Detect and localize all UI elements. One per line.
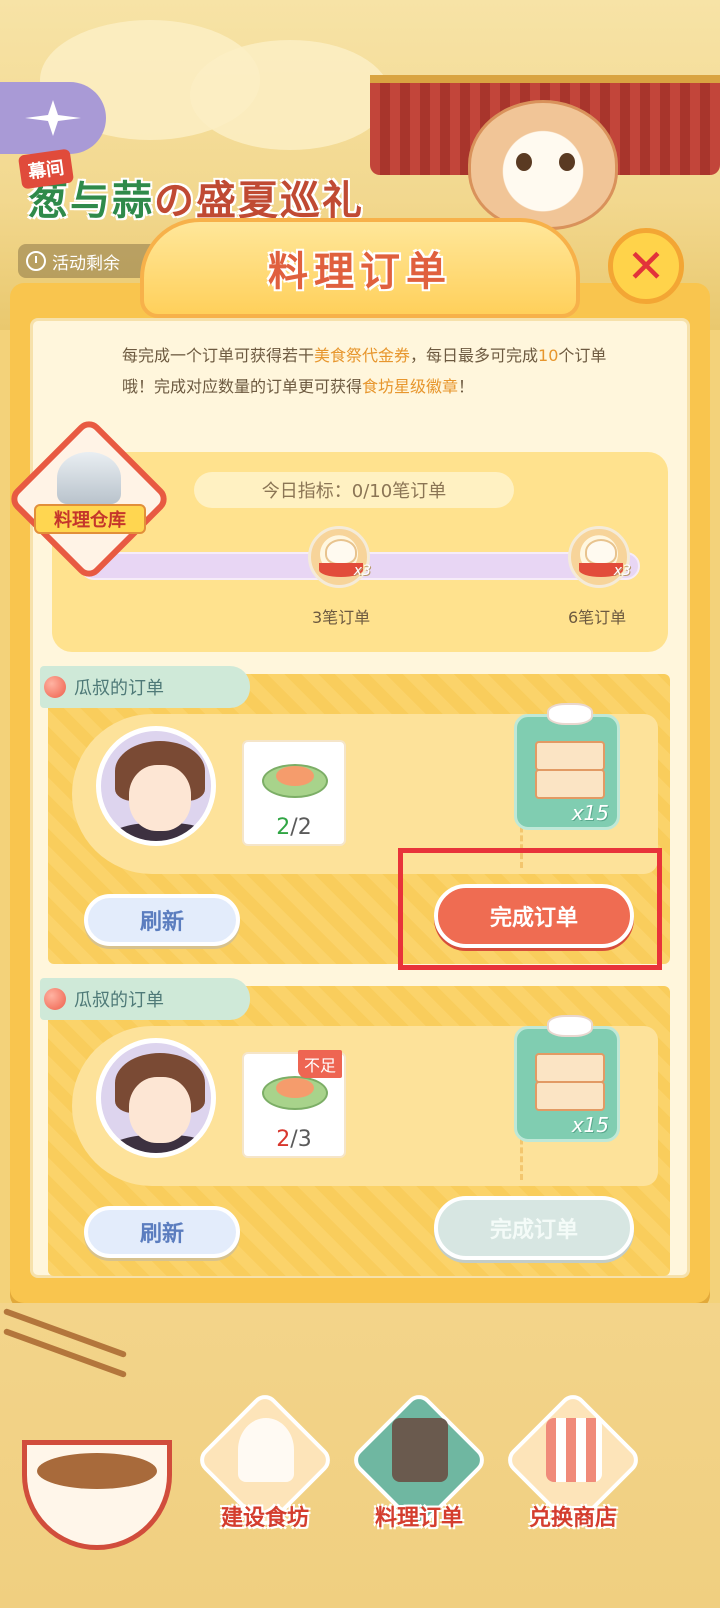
nav-exchange-shop[interactable]: 兑换商店	[498, 1389, 648, 1560]
clipboard-icon	[392, 1418, 448, 1482]
reward-count: x15	[571, 801, 609, 825]
back-button[interactable]	[0, 82, 106, 154]
food-cloche-icon	[57, 452, 121, 504]
cloud-decoration	[190, 40, 390, 150]
refresh-button[interactable]: 刷新	[84, 1206, 240, 1258]
close-icon: ✕	[626, 239, 666, 293]
order-header: 瓜叔的订单	[40, 978, 250, 1020]
daily-target: 今日指标：0/10笔订单	[194, 472, 514, 508]
insufficient-badge: 不足	[298, 1050, 343, 1078]
shop-stall-icon	[546, 1418, 602, 1482]
milestone-label: 6笔订单	[568, 608, 627, 627]
pin-icon	[44, 988, 66, 1010]
milestone-reward-6[interactable]: x3	[568, 526, 631, 588]
nav-build-kitchen[interactable]: 建设食坊	[190, 1389, 340, 1560]
dish-count: 2/2	[276, 815, 312, 840]
event-remaining: 活动剩余	[18, 244, 158, 278]
milestone-reward-3[interactable]: x3	[308, 526, 371, 588]
reward-voucher[interactable]: x15	[514, 703, 620, 830]
warehouse-label: 料理仓库	[34, 504, 146, 534]
dialog-description: 每完成一个订单可获得若干美食祭代金券，每日最多可完成10个订单哦！完成对应数量的…	[122, 346, 607, 396]
close-button[interactable]: ✕	[608, 228, 684, 304]
hamster-mascot	[468, 100, 618, 230]
event-tag: 幕间	[17, 148, 75, 190]
highlight-box	[398, 848, 662, 970]
star-back-icon	[25, 100, 81, 136]
order-header: 瓜叔的订单	[40, 666, 250, 708]
clock-icon	[26, 251, 46, 271]
customer-avatar	[96, 726, 216, 846]
reward-count: x15	[571, 1113, 609, 1137]
order-card: 瓜叔的订单 2/3 不足 x15 刷新 完成订单	[40, 978, 670, 1276]
pin-icon	[44, 676, 66, 698]
dialog-title-banner: 料理订单	[140, 218, 580, 318]
customer-avatar	[96, 1038, 216, 1158]
complete-order-button-disabled[interactable]: 完成订单	[434, 1196, 634, 1260]
reward-voucher[interactable]: x15	[514, 1015, 620, 1142]
dialog-title: 料理订单	[268, 249, 452, 295]
dish-requirement[interactable]: 2/2	[242, 740, 346, 846]
chef-hat-icon	[238, 1418, 294, 1482]
refresh-button[interactable]: 刷新	[84, 894, 240, 946]
milestone-label: 3笔订单	[312, 608, 371, 627]
dish-count: 2/3	[276, 1127, 312, 1152]
nav-cooking-orders[interactable]: 料理订单	[344, 1389, 494, 1560]
